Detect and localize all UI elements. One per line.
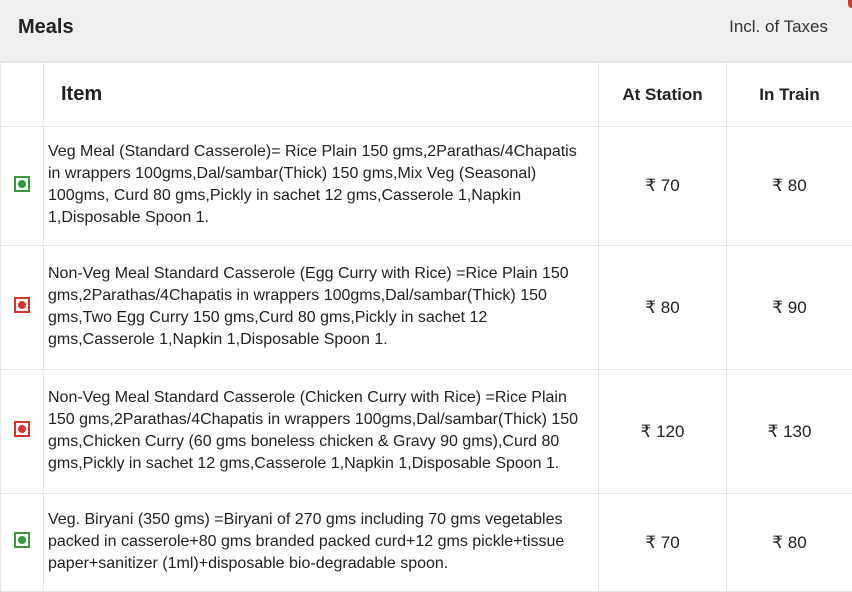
at-station-column-header: At Station [599,63,727,127]
price-in-train: ₹ 90 [727,246,852,370]
indicator-cell [1,127,44,246]
section-header: Meals Incl. of Taxes [0,0,852,62]
item-column-header: Item [44,63,599,127]
price-at-station: ₹ 120 [599,370,727,494]
price-at-station: ₹ 70 [599,494,727,592]
price-in-train: ₹ 80 [727,127,852,246]
tax-note: Incl. of Taxes [729,17,828,37]
item-description: Veg. Biryani (350 gms) =Biryani of 270 g… [44,494,599,592]
indicator-column-header [1,63,44,127]
in-train-column-header: In Train [727,63,852,127]
table-row[interactable]: Non-Veg Meal Standard Casserole (Egg Cur… [1,246,852,370]
item-description: Non-Veg Meal Standard Casserole (Chicken… [44,370,599,494]
table-header-row: Item At Station In Train [1,63,852,127]
price-in-train: ₹ 80 [727,494,852,592]
item-description: Veg Meal (Standard Casserole)= Rice Plai… [44,127,599,246]
non-veg-indicator-icon [14,421,30,437]
corner-accent [848,0,852,8]
indicator-cell [1,494,44,592]
section-title: Meals [18,16,74,39]
item-description: Non-Veg Meal Standard Casserole (Egg Cur… [44,246,599,370]
indicator-cell [1,246,44,370]
veg-indicator-icon [14,532,30,548]
table-row[interactable]: Veg Meal (Standard Casserole)= Rice Plai… [1,127,852,246]
price-in-train: ₹ 130 [727,370,852,494]
indicator-cell [1,370,44,494]
table-row[interactable]: Non-Veg Meal Standard Casserole (Chicken… [1,370,852,494]
price-at-station: ₹ 80 [599,246,727,370]
veg-indicator-icon [14,176,30,192]
price-at-station: ₹ 70 [599,127,727,246]
non-veg-indicator-icon [14,297,30,313]
meals-table: Item At Station In Train Veg Meal (Stand… [0,62,852,592]
table-row[interactable]: Veg. Biryani (350 gms) =Biryani of 270 g… [1,494,852,592]
